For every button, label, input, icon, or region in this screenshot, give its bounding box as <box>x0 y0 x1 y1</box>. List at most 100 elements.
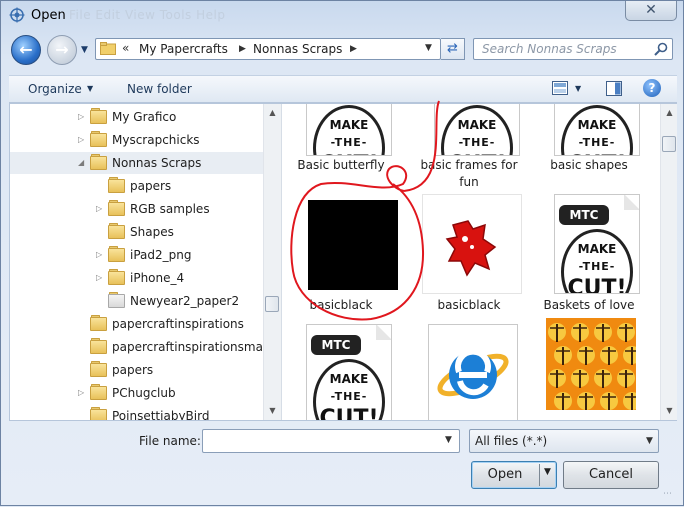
mtc-file-thumbnail: MTCMAKE-THE-CUT! <box>434 104 520 156</box>
file-item[interactable]: MTCMAKE-THE-CUT! basic shapes <box>530 104 648 194</box>
tree-item[interactable]: papers <box>10 359 263 381</box>
make-the-cut-logo: MAKE-THE-CUT! <box>313 105 385 155</box>
tree-item[interactable]: ▷ RGB samples <box>10 198 263 220</box>
breadcrumb-separator-icon[interactable]: ▶ <box>239 44 246 54</box>
new-folder-button[interactable]: New folder <box>127 82 192 96</box>
tree-item-label: papers <box>112 363 154 377</box>
scroll-up-icon[interactable]: ▲ <box>264 104 281 121</box>
preview-pane-icon[interactable] <box>606 81 622 96</box>
tree-item[interactable]: ◢ Nonnas Scraps <box>10 152 263 174</box>
tree-item[interactable]: ▷ iPad2_png <box>10 244 263 266</box>
file-item[interactable]: basicblack <box>410 194 528 312</box>
image-file-icon <box>108 292 125 308</box>
mtc-file-thumbnail: MTCMAKE-THE-CUT! <box>306 104 392 156</box>
folder-icon <box>90 315 107 331</box>
make-the-cut-logo: MAKE-THE-CUT! <box>441 105 513 155</box>
folder-icon <box>90 131 107 147</box>
address-dropdown-icon[interactable]: ▼ <box>425 43 432 53</box>
refresh-icon: ⇄ <box>447 41 458 56</box>
file-name-label: basicblack <box>437 298 501 312</box>
pattern-paper-thumbnail <box>546 318 636 410</box>
scroll-thumb[interactable] <box>265 296 279 312</box>
file-type-dropdown-icon[interactable]: ▼ <box>646 436 653 446</box>
command-bar: Organize ▼ New folder ▼ ? <box>9 75 677 103</box>
tree-item-label: papercraftinspirations <box>112 317 244 331</box>
tree-item[interactable]: ▷ My Grafico <box>10 106 263 128</box>
refresh-button[interactable]: ⇄ <box>441 38 465 60</box>
recent-locations-dropdown-icon[interactable]: ▼ <box>81 45 88 55</box>
breadcrumb-nonnas-scraps[interactable]: Nonnas Scraps <box>253 42 342 56</box>
collapse-arrow-icon[interactable]: ◢ <box>78 152 84 174</box>
close-icon: ✕ <box>645 2 657 18</box>
folder-icon <box>108 223 125 239</box>
open-button-label: Open <box>487 467 523 482</box>
make-the-cut-logo: MAKE-THE-CUT! <box>561 229 633 293</box>
folder-icon <box>90 154 107 170</box>
breadcrumb-separator-icon[interactable]: ▶ <box>350 44 357 54</box>
folder-icon <box>108 200 125 216</box>
file-name-label: basic shapes <box>550 158 628 172</box>
tree-item[interactable]: papers <box>10 175 263 197</box>
tree-item-label: Nonnas Scraps <box>112 156 202 170</box>
view-dropdown-icon[interactable]: ▼ <box>575 84 581 93</box>
folder-icon <box>108 246 125 262</box>
expand-arrow-icon[interactable]: ▷ <box>96 244 102 266</box>
open-options-dropdown-icon[interactable]: ▼ <box>544 467 551 477</box>
address-bar[interactable]: « My Papercrafts ▶ Nonnas Scraps ▶ ▼ <box>95 38 441 60</box>
tree-item[interactable]: papercraftinspirationsmag <box>10 336 263 358</box>
red-shape-thumbnail <box>422 194 522 294</box>
overflow-chevron-icon[interactable]: « <box>122 41 129 55</box>
back-button[interactable]: ← <box>11 35 41 65</box>
expand-arrow-icon[interactable]: ▷ <box>96 198 102 220</box>
search-icon[interactable] <box>654 42 668 56</box>
file-item[interactable]: MTC MAKE -THE- CUT! Baskets of love <box>530 194 648 312</box>
navigation-pane: ▷ My Grafico ▷ Myscrapchicks ◢ Nonnas Scraps p… <box>10 104 263 420</box>
back-arrow-icon: ← <box>19 40 33 59</box>
expand-arrow-icon[interactable]: ▷ <box>78 129 84 151</box>
tree-item[interactable]: ▷ Myscrapchicks <box>10 129 263 151</box>
file-list-scrollbar[interactable]: ▲ ▼ <box>660 104 677 420</box>
file-item[interactable] <box>530 318 648 420</box>
help-icon[interactable]: ? <box>643 79 661 97</box>
tree-item[interactable]: Shapes <box>10 221 263 243</box>
file-type-select[interactable]: All files (*.*) ▼ <box>469 429 659 453</box>
scroll-down-icon[interactable]: ▼ <box>264 402 281 419</box>
file-item[interactable]: basicblack <box>282 194 400 312</box>
forward-button[interactable]: → <box>47 35 77 65</box>
resize-grip-icon[interactable]: ⋯ <box>663 489 672 499</box>
file-item[interactable]: MTC MAKE -THE- CUT! <box>282 318 400 420</box>
mtc-file-thumbnail: MTCMAKE-THE-CUT! <box>554 104 640 156</box>
file-name-input[interactable] <box>202 429 460 453</box>
file-item[interactable]: MTCMAKE-THE-CUT!basic frames for fun <box>410 104 528 194</box>
scroll-up-icon[interactable]: ▲ <box>661 104 678 121</box>
close-button[interactable]: ✕ <box>625 1 677 21</box>
file-list: MTCMAKE-THE-CUT!Basic butterflyMTCMAKE-T… <box>282 104 660 420</box>
tree-item[interactable]: ▷ PChugclub <box>10 382 263 404</box>
file-name-label: Baskets of love <box>543 298 635 312</box>
file-name-dropdown-icon[interactable]: ▼ <box>445 435 452 445</box>
file-item[interactable]: MTCMAKE-THE-CUT! Basic butterfly <box>282 104 400 194</box>
search-box[interactable]: Search Nonnas Scraps <box>473 38 673 60</box>
organize-button[interactable]: Organize <box>28 82 82 96</box>
change-view-icon[interactable] <box>552 81 568 95</box>
file-item[interactable] <box>410 318 528 420</box>
tree-item[interactable]: ▷ iPhone_4 <box>10 267 263 289</box>
navigation-pane-scrollbar[interactable]: ▲ ▼ <box>263 104 281 420</box>
tree-item-label: iPad2_png <box>130 248 192 262</box>
scroll-thumb[interactable] <box>662 136 676 152</box>
file-name-label: basic frames for fun <box>420 158 518 189</box>
organize-dropdown-icon[interactable]: ▼ <box>87 84 93 93</box>
tree-item[interactable]: papercraftinspirations <box>10 313 263 335</box>
cancel-button[interactable]: Cancel <box>563 461 659 489</box>
scroll-down-icon[interactable]: ▼ <box>661 402 678 419</box>
expand-arrow-icon[interactable]: ▷ <box>96 267 102 289</box>
open-dialog: Open File Edit View Tools Help ✕ ← → ▼ «… <box>0 0 684 506</box>
make-the-cut-logo: MAKE-THE-CUT! <box>313 359 385 420</box>
open-split-divider <box>539 464 540 486</box>
expand-arrow-icon[interactable]: ▷ <box>78 106 84 128</box>
folder-icon <box>90 361 107 377</box>
tree-item[interactable]: Newyear2_paper2 <box>10 290 263 312</box>
expand-arrow-icon[interactable]: ▷ <box>78 382 84 404</box>
breadcrumb-my-papercrafts[interactable]: My Papercrafts <box>139 42 228 56</box>
tree-item[interactable]: PoinsettiabyBird <box>10 405 263 420</box>
